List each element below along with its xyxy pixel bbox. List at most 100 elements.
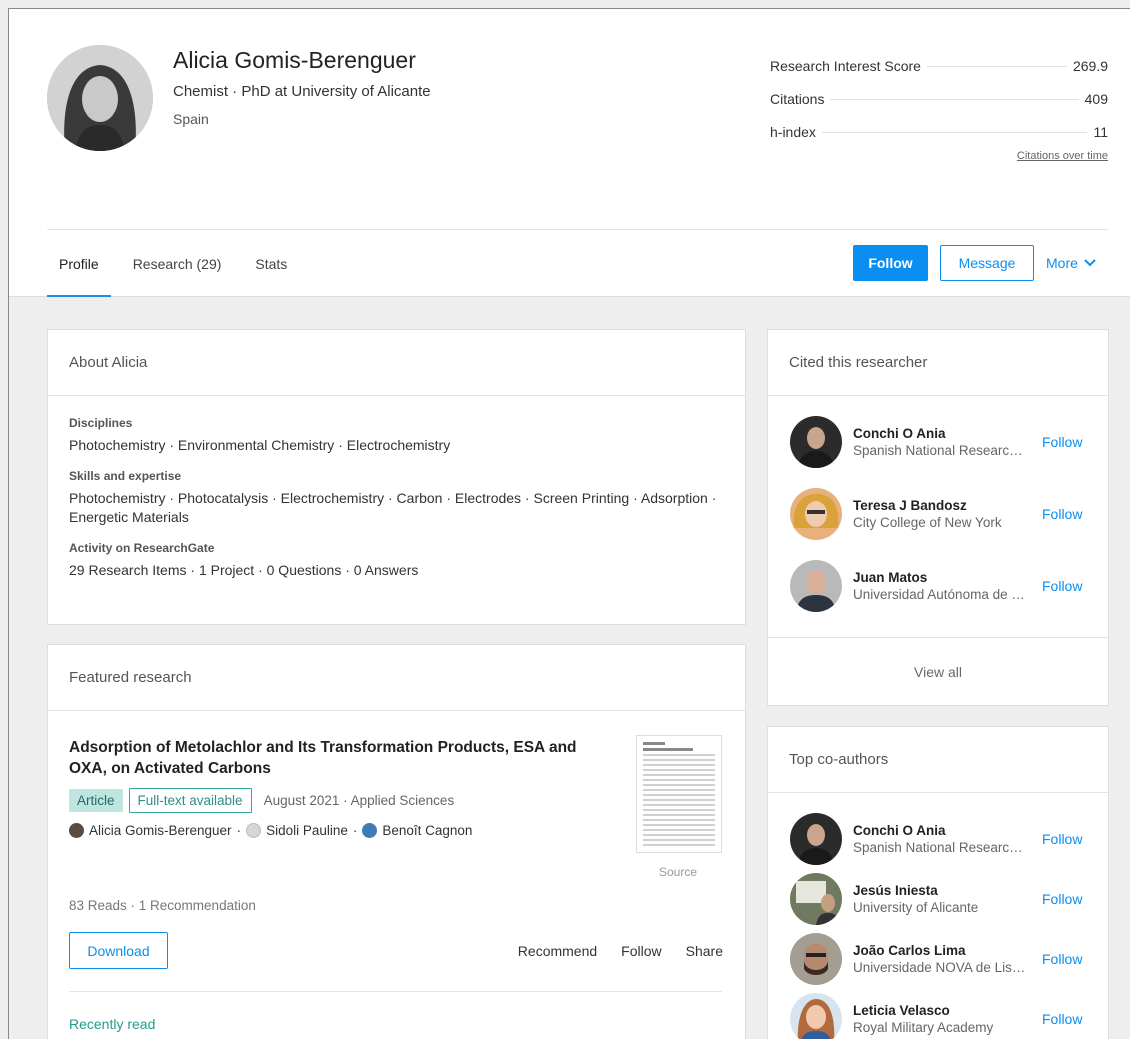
person-affiliation: Spanish National Research Council <box>853 443 1028 458</box>
about-title: About Alicia <box>48 330 745 396</box>
stat-value: 269.9 <box>1066 57 1108 74</box>
tab-research[interactable]: Research (29) <box>121 230 234 297</box>
stat-dotted-line <box>821 132 1088 133</box>
person-name[interactable]: João Carlos Lima <box>853 942 1028 959</box>
profile-stats: Research Interest Score 269.9 Citations … <box>770 49 1108 162</box>
fulltext-badge: Full-text available <box>128 788 252 813</box>
follow-person-button[interactable]: Follow <box>1042 506 1082 522</box>
stat-h-index: h-index 11 <box>770 115 1108 148</box>
person-row: Conchi O Ania Spanish National Research … <box>768 416 1108 468</box>
paper-authors: Alicia Gomis-Berenguer · Sidoli Pauline … <box>69 823 724 838</box>
article-badge: Article <box>69 789 123 812</box>
paper-meta: August 2021 · Applied Sciences <box>263 793 455 808</box>
profile-name: Alicia Gomis-Berenguer <box>173 47 416 73</box>
author-link[interactable]: Alicia Gomis-Berenguer <box>89 823 232 838</box>
person-row: Teresa J Bandosz City College of New Yor… <box>768 488 1108 540</box>
recommend-button[interactable]: Recommend <box>518 943 597 959</box>
person-name[interactable]: Leticia Velasco <box>853 1002 1028 1019</box>
share-button[interactable]: Share <box>686 943 723 959</box>
profile-location: Spain <box>173 111 209 127</box>
stat-value: 11 <box>1087 123 1108 140</box>
author-avatar <box>69 823 84 838</box>
stat-dotted-line <box>926 66 1067 67</box>
person-row: Leticia Velasco Royal Military Academy F… <box>768 993 1108 1039</box>
follow-person-button[interactable]: Follow <box>1042 1011 1082 1027</box>
about-card: About Alicia Disciplines Photochemistry … <box>47 329 746 625</box>
more-label: More <box>1046 255 1078 271</box>
person-avatar[interactable] <box>790 933 842 985</box>
person-affiliation: City College of New York <box>853 515 1002 530</box>
cited-researcher-card: Cited this researcher Conchi O Ania Span… <box>767 329 1109 706</box>
person-affiliation: Spanish National Research Council <box>853 840 1028 855</box>
person-affiliation: Universidad Autónoma de Chile <box>853 587 1028 602</box>
more-button[interactable]: More <box>1046 245 1096 281</box>
message-button[interactable]: Message <box>940 245 1034 281</box>
follow-person-button[interactable]: Follow <box>1042 434 1082 450</box>
stat-citations: Citations 409 <box>770 82 1108 115</box>
person-affiliation: University of Alicante <box>853 900 979 915</box>
disciplines-label: Disciplines <box>69 416 133 430</box>
person-avatar[interactable] <box>790 873 842 925</box>
page-frame: Alicia Gomis-Berenguer Chemist · PhD at … <box>8 8 1130 1039</box>
profile-header: Alicia Gomis-Berenguer Chemist · PhD at … <box>9 9 1130 297</box>
featured-paper: Adsorption of Metolachlor and Its Transf… <box>48 711 745 1039</box>
person-name[interactable]: Conchi O Ania <box>853 822 1028 839</box>
top-coauthors-card: Top co-authors Conchi O Ania Spanish Nat… <box>767 726 1109 1039</box>
person-name[interactable]: Conchi O Ania <box>853 425 1028 442</box>
author-link[interactable]: Benoît Cagnon <box>382 823 472 838</box>
person-row: Conchi O Ania Spanish National Research … <box>768 813 1108 865</box>
featured-title: Featured research <box>48 645 745 711</box>
person-affiliation: Universidade NOVA de Lisboa <box>853 960 1028 975</box>
follow-paper-button[interactable]: Follow <box>621 943 661 959</box>
follow-person-button[interactable]: Follow <box>1042 831 1082 847</box>
person-avatar[interactable] <box>790 993 842 1039</box>
disciplines-text[interactable]: Photochemistry · Environmental Chemistry… <box>69 436 724 455</box>
recently-read-label[interactable]: Recently read <box>69 1016 155 1032</box>
follow-person-button[interactable]: Follow <box>1042 891 1082 907</box>
stat-label: Citations <box>770 90 831 107</box>
tab-stats[interactable]: Stats <box>243 230 299 297</box>
cited-title: Cited this researcher <box>768 330 1108 396</box>
citations-over-time-link[interactable]: Citations over time <box>1017 150 1108 162</box>
person-avatar[interactable] <box>790 488 842 540</box>
tab-profile[interactable]: Profile <box>47 230 111 297</box>
source-label[interactable]: Source <box>659 865 697 879</box>
person-row: Jesús Iniesta University of Alicante Fol… <box>768 873 1108 925</box>
profile-avatar[interactable] <box>47 45 153 151</box>
view-all-button[interactable]: View all <box>768 637 1108 705</box>
person-avatar[interactable] <box>790 813 842 865</box>
person-avatar[interactable] <box>790 560 842 612</box>
profile-tabs: Profile Research (29) Stats <box>47 230 309 297</box>
author-link[interactable]: Sidoli Pauline <box>266 823 348 838</box>
person-row: Juan Matos Universidad Autónoma de Chile… <box>768 560 1108 612</box>
follow-person-button[interactable]: Follow <box>1042 578 1082 594</box>
stat-research-interest: Research Interest Score 269.9 <box>770 49 1108 82</box>
activity-text[interactable]: 29 Research Items · 1 Project · 0 Questi… <box>69 561 724 580</box>
person-avatar[interactable] <box>790 416 842 468</box>
skills-text[interactable]: Photochemistry · Photocatalysis · Electr… <box>69 489 724 527</box>
reads-count: 83 Reads · 1 Recommendation <box>69 898 256 913</box>
profile-headline: Chemist · PhD at University of Alicante <box>173 83 431 100</box>
featured-research-card: Featured research Adsorption of Metolach… <box>47 644 746 1039</box>
person-affiliation: Royal Military Academy <box>853 1020 994 1035</box>
download-button[interactable]: Download <box>69 932 168 969</box>
follow-person-button[interactable]: Follow <box>1042 951 1082 967</box>
stat-label: h-index <box>770 123 822 140</box>
author-avatar <box>246 823 262 838</box>
stat-dotted-line <box>830 99 1079 100</box>
person-name[interactable]: Jesús Iniesta <box>853 882 1028 899</box>
chevron-down-icon <box>1084 259 1096 267</box>
follow-button[interactable]: Follow <box>853 245 928 281</box>
activity-label: Activity on ResearchGate <box>69 541 215 555</box>
author-separator: · <box>352 823 358 838</box>
person-name[interactable]: Teresa J Bandosz <box>853 497 1028 514</box>
paper-title[interactable]: Adsorption of Metolachlor and Its Transf… <box>69 737 614 779</box>
paper-thumbnail[interactable] <box>636 735 722 853</box>
author-separator: · <box>236 823 242 838</box>
paper-divider <box>69 991 722 992</box>
person-name[interactable]: Juan Matos <box>853 569 1028 586</box>
skills-label: Skills and expertise <box>69 469 182 483</box>
person-row: João Carlos Lima Universidade NOVA de Li… <box>768 933 1108 985</box>
stat-label: Research Interest Score <box>770 57 927 74</box>
coauthors-title: Top co-authors <box>768 727 1108 793</box>
